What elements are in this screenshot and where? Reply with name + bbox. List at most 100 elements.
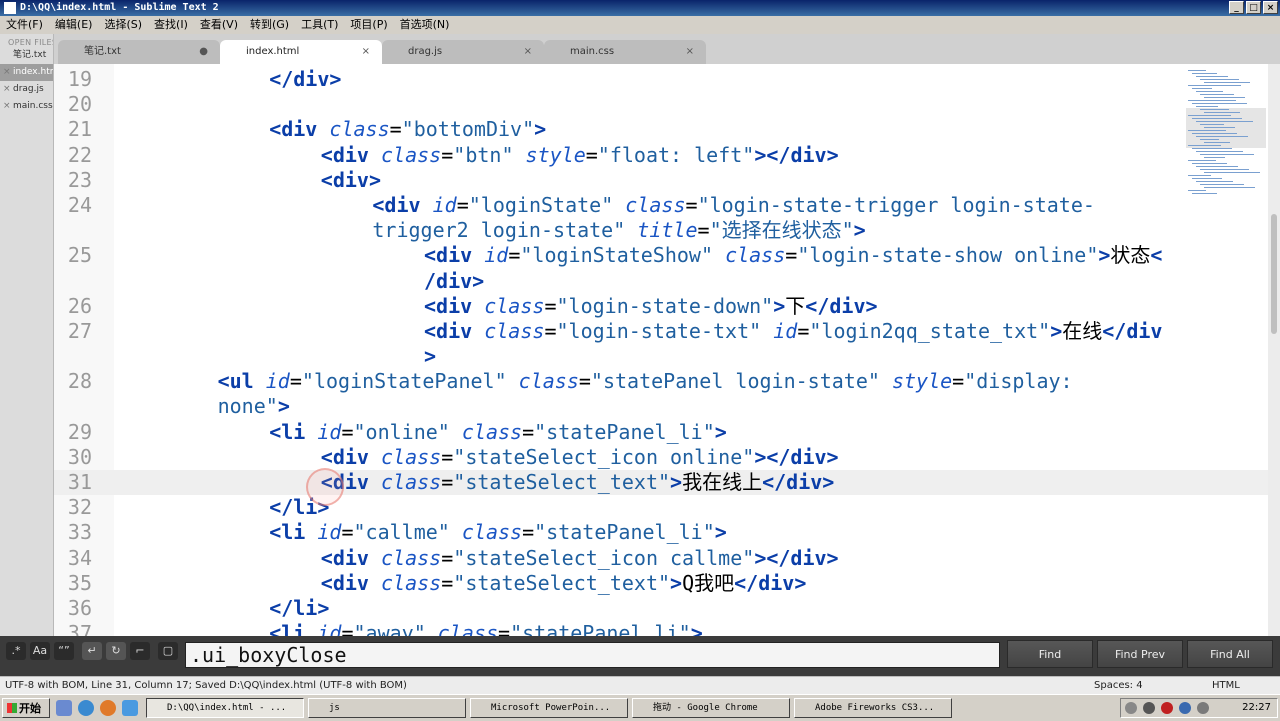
code-line[interactable]: 33 <li id="callme" class="statePanel_li"> <box>54 520 1268 545</box>
in-selection-toggle[interactable]: ↵ <box>82 642 102 660</box>
close-icon[interactable]: × <box>362 40 370 64</box>
minimap-line <box>1196 106 1218 107</box>
code-line[interactable]: 32 </li> <box>54 495 1268 520</box>
menu-bar: 文件(F) 编辑(E) 选择(S) 查找(I) 查看(V) 转到(G) 工具(T… <box>0 16 1280 34</box>
find-button[interactable]: Find <box>1007 640 1093 668</box>
code-token: <li <box>269 621 318 636</box>
tab-main[interactable]: main.css × <box>544 40 706 64</box>
code-area[interactable]: 19 </div> 20 21 <div class="bottomDiv"> 22 <di… <box>54 67 1268 636</box>
minimap-line <box>1192 133 1237 134</box>
scrollbar-thumb[interactable] <box>1271 214 1277 334</box>
quicklaunch-firefox-icon[interactable] <box>100 700 116 716</box>
tab-notes[interactable]: 笔记.txt ● <box>58 40 220 64</box>
minimap-line <box>1192 178 1222 179</box>
code-line[interactable]: 28 <ul id="loginStatePanel" class="stateP… <box>54 369 1268 394</box>
task-explorer-js[interactable]: js <box>308 698 466 718</box>
sidebar-file-index[interactable]: ×index.html <box>0 64 53 81</box>
menu-tools[interactable]: 工具(T) <box>295 16 344 34</box>
code-line[interactable]: 22 <div class="btn" style="float: left"><… <box>54 143 1268 168</box>
tray-misc-icon[interactable] <box>1197 702 1209 714</box>
menu-project[interactable]: 项目(P) <box>344 16 393 34</box>
code-line[interactable]: 19 </div> <box>54 67 1268 92</box>
task-powerpoint[interactable]: Microsoft PowerPoin... <box>470 698 628 718</box>
menu-edit[interactable]: 编辑(E) <box>49 16 99 34</box>
wrap-toggle[interactable]: ↻ <box>106 642 126 660</box>
menu-find[interactable]: 查找(I) <box>148 16 194 34</box>
code-token: < <box>1150 243 1163 268</box>
task-fireworks[interactable]: Adobe Fireworks CS3... <box>794 698 952 718</box>
code-line[interactable]: 26 <div class="login-state-down">下</div> <box>54 294 1268 319</box>
menu-file[interactable]: 文件(F) <box>0 16 49 34</box>
find-all-button[interactable]: Find All <box>1187 640 1273 668</box>
code-editor[interactable]: 19 </div> 20 21 <div class="bottomDiv"> 22 <di… <box>54 64 1268 636</box>
menu-goto[interactable]: 转到(G) <box>244 16 295 34</box>
code-line[interactable]: trigger2 login-state" title="选择在线状态"> <box>54 218 1268 243</box>
show-context-toggle[interactable]: ▢ <box>158 642 178 660</box>
quicklaunch-desktop-icon[interactable] <box>122 700 138 716</box>
code-line[interactable]: 31 <div class="stateSelect_text">我在线上</di… <box>54 470 1268 496</box>
code-token: class <box>381 570 442 595</box>
code-line[interactable]: 35 <div class="stateSelect_text">Q我吧</div… <box>54 571 1268 596</box>
close-button[interactable]: × <box>1263 1 1278 14</box>
tab-drag[interactable]: drag.js × <box>382 40 544 64</box>
code-line[interactable]: > <box>54 344 1268 369</box>
highlight-toggle[interactable]: ⌐ <box>130 642 150 660</box>
close-icon[interactable]: × <box>3 81 11 98</box>
tray-network-icon[interactable] <box>1125 702 1137 714</box>
sidebar-file-drag[interactable]: × drag.js <box>0 81 53 98</box>
line-number: 22 <box>67 142 92 167</box>
line-number: 33 <box>67 520 92 545</box>
start-button[interactable]: 开始 <box>2 698 50 718</box>
code-line[interactable]: 23 <div> <box>54 168 1268 193</box>
code-line[interactable]: none"> <box>54 394 1268 419</box>
menu-selection[interactable]: 选择(S) <box>98 16 148 34</box>
close-icon[interactable]: × <box>3 98 11 115</box>
task-sublime[interactable]: D:\QQ\index.html - ... <box>146 698 304 718</box>
minimize-button[interactable]: _ <box>1229 1 1244 14</box>
menu-preferences[interactable]: 首选项(N) <box>394 16 456 34</box>
task-chrome[interactable]: 拖动 - Google Chrome <box>632 698 790 718</box>
close-icon[interactable]: × <box>524 40 532 64</box>
code-line[interactable]: 34 <div class="stateSelect_icon callme"><… <box>54 546 1268 571</box>
unsaved-dot-icon[interactable]: ● <box>199 40 208 64</box>
quicklaunch-qq-icon[interactable] <box>56 700 72 716</box>
code-line[interactable]: 24 <div id="loginState" class="login-stat… <box>54 193 1268 218</box>
regex-toggle[interactable]: .* <box>6 642 26 660</box>
close-icon[interactable]: × <box>3 64 11 81</box>
close-icon[interactable]: × <box>686 40 694 64</box>
code-line[interactable]: 30 <div class="stateSelect_icon online"><… <box>54 445 1268 470</box>
menu-view[interactable]: 查看(V) <box>194 16 244 34</box>
code-line[interactable]: 29 <li id="online" class="statePanel_li"> <box>54 420 1268 445</box>
sidebar-file-notes[interactable]: 笔记.txt <box>0 47 53 64</box>
maximize-button[interactable]: □ <box>1246 1 1261 14</box>
tab-index[interactable]: index.html × <box>220 40 382 64</box>
case-sensitive-toggle[interactable]: Aa <box>30 642 50 660</box>
code-line[interactable]: 20 <box>54 92 1268 117</box>
code-text: <div id="loginState" class="login-state-… <box>372 193 1095 218</box>
sidebar-file-main[interactable]: × main.css <box>0 98 53 115</box>
find-prev-button[interactable]: Find Prev <box>1097 640 1183 668</box>
code-token: </div> <box>269 67 342 91</box>
syntax-setting[interactable]: HTML <box>1212 677 1240 695</box>
code-text: <div class="stateSelect_text">Q我吧</div> <box>321 571 807 596</box>
line-number: 29 <box>67 419 92 444</box>
code-text: <li id="away" class="statePanel_li"> <box>269 621 703 636</box>
indentation-setting[interactable]: Spaces: 4 <box>1094 677 1143 695</box>
code-line[interactable]: 27 <div class="login-state-txt" id="login… <box>54 319 1268 344</box>
code-token: class <box>381 142 442 167</box>
find-input[interactable]: .ui_boxyClose <box>185 642 1000 668</box>
tray-record-icon[interactable] <box>1161 702 1173 714</box>
minimap[interactable] <box>1186 66 1266 216</box>
tray-volume-icon[interactable] <box>1179 702 1191 714</box>
quicklaunch-ie-icon[interactable] <box>78 700 94 716</box>
minimap-line <box>1200 169 1249 170</box>
code-line[interactable]: /div> <box>54 269 1268 294</box>
code-line[interactable]: 37 <li id="away" class="statePanel_li"> <box>54 621 1268 636</box>
code-line[interactable]: 21 <div class="bottomDiv"> <box>54 117 1268 142</box>
code-line[interactable]: 25 <div id="loginStateShow" class="login-… <box>54 243 1268 268</box>
whole-word-toggle[interactable]: “” <box>54 642 74 660</box>
vertical-scrollbar[interactable] <box>1268 64 1280 636</box>
code-line[interactable]: 36 </li> <box>54 596 1268 621</box>
code-token: > <box>853 218 866 243</box>
tray-expand-icon[interactable] <box>1143 702 1155 714</box>
